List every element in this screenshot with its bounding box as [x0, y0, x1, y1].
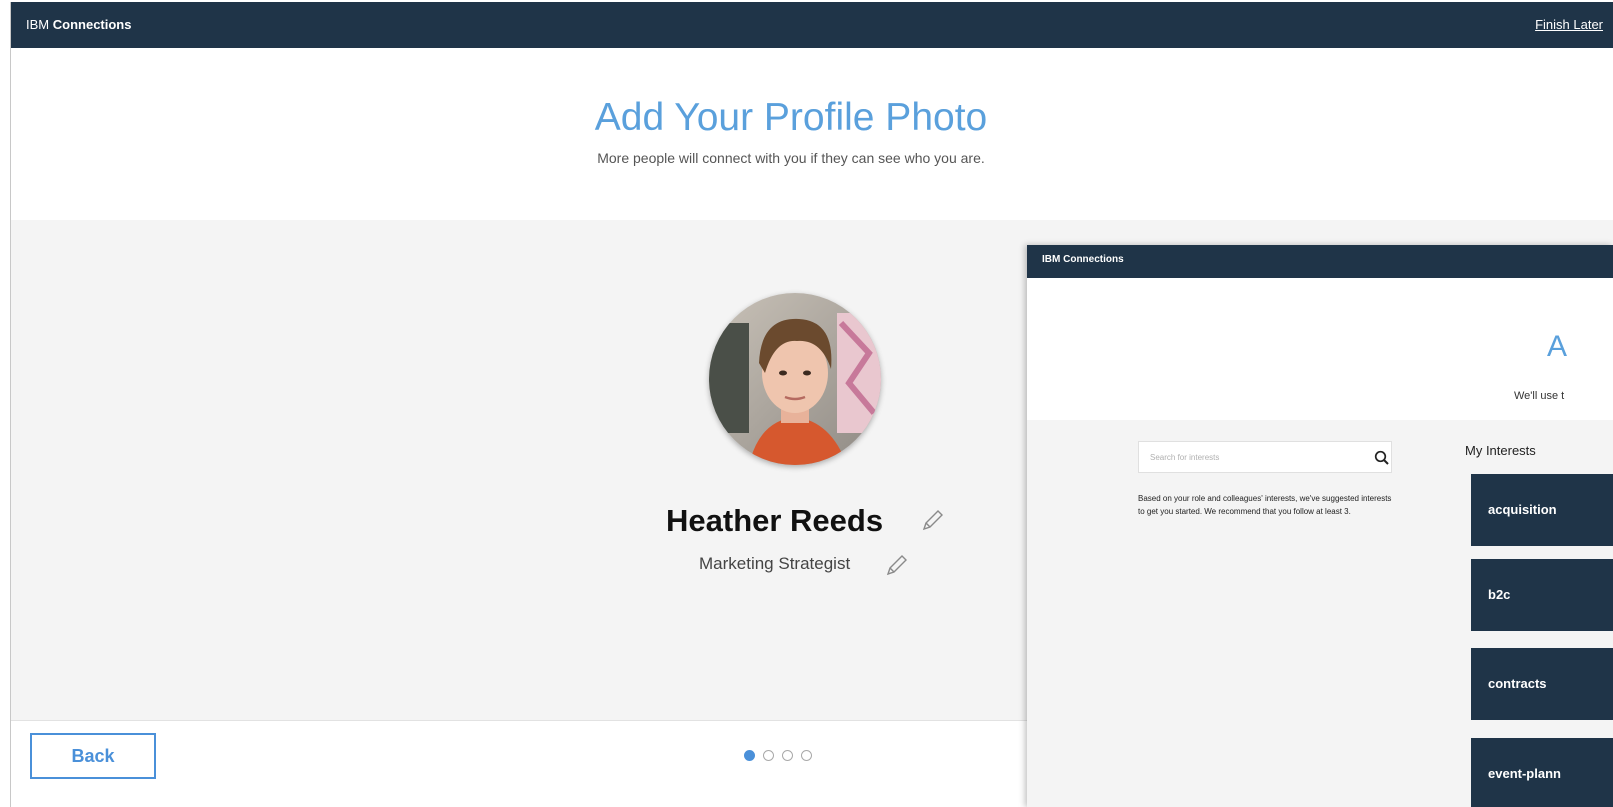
finish-later-link[interactable]: Finish Later [1535, 17, 1603, 32]
hero-section: A We'll use t [1027, 278, 1613, 420]
page-subtitle: More people will connect with you if the… [597, 150, 985, 166]
search-input[interactable] [1139, 442, 1359, 472]
interests-window: IBM Connections A We'll use t Based on y… [1027, 245, 1613, 807]
page-title: A [1547, 330, 1568, 363]
pencil-icon[interactable] [885, 553, 909, 577]
avatar-photo [709, 293, 881, 465]
profile-photo-avatar[interactable] [709, 293, 881, 465]
interests-description: Based on your role and colleagues' inter… [1138, 494, 1392, 516]
interest-search-box [1138, 441, 1392, 473]
brand-logo: IBM Connections [26, 17, 131, 32]
screen: IBM Connections Finish Later Add Your Pr… [0, 0, 1613, 807]
my-interests-heading: My Interests [1465, 443, 1536, 458]
brand-prefix: IBM [26, 17, 50, 32]
brand-name: Connections [52, 17, 132, 32]
interest-chip[interactable]: contracts [1471, 648, 1613, 720]
pencil-icon[interactable] [921, 508, 945, 532]
interests-content: Based on your role and colleagues' inter… [1027, 420, 1613, 807]
page-dot[interactable] [801, 750, 812, 761]
interest-chip[interactable]: acquisition [1471, 474, 1613, 546]
page-dot[interactable] [782, 750, 793, 761]
back-button[interactable]: Back [30, 733, 156, 779]
top-navbar: IBM Connections Finish Later [11, 2, 1613, 48]
page-dot[interactable] [763, 750, 774, 761]
page-indicator [744, 750, 812, 761]
profile-name: Heather Reeds [666, 503, 884, 538]
page-subtitle: We'll use t [1514, 390, 1565, 402]
interest-chip[interactable]: event-plann [1471, 738, 1613, 807]
profile-job-title: Marketing Strategist [699, 554, 851, 573]
brand-logo: IBM Connections [1042, 254, 1124, 265]
interest-chip[interactable]: b2c [1471, 559, 1613, 631]
page-title: Add Your Profile Photo [594, 96, 988, 139]
search-icon[interactable] [1374, 450, 1390, 466]
hero-section: Add Your Profile Photo More people will … [11, 48, 1613, 220]
top-navbar: IBM Connections [1027, 245, 1613, 278]
page-dot[interactable] [744, 750, 755, 761]
